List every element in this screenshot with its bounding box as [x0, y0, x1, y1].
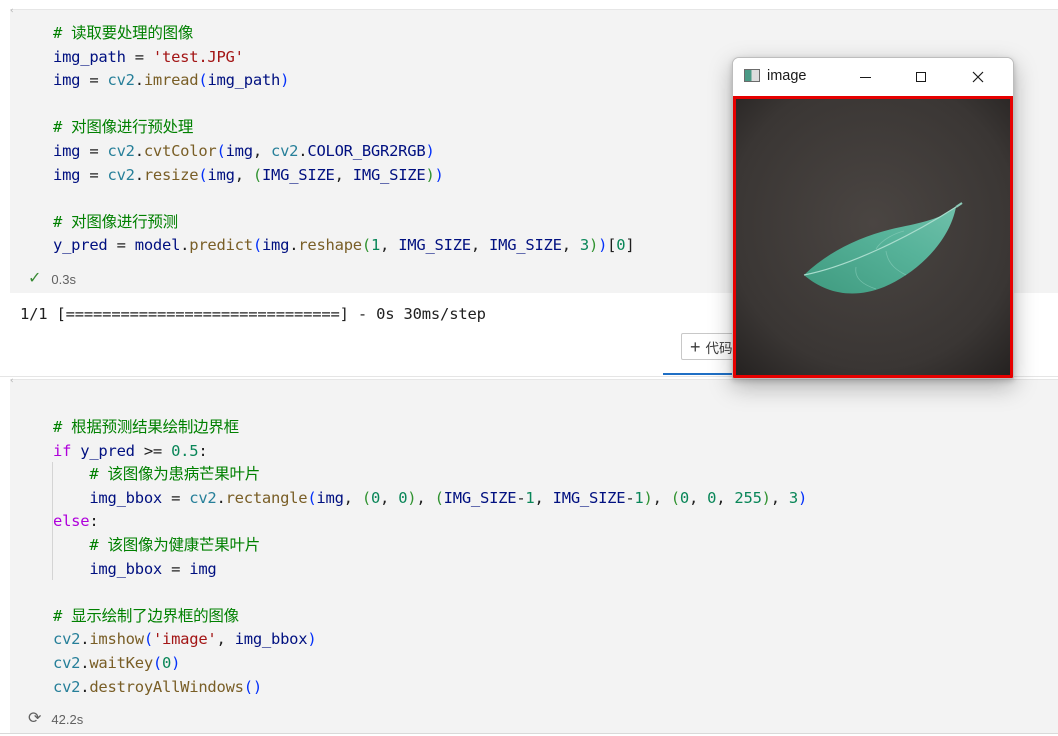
code-line: img = cv2.resize(img, (IMG_SIZE, IMG_SIZ…	[53, 165, 444, 184]
code-line: cv2.imshow('image', img_bbox)	[53, 630, 317, 649]
code-comment: # 读取要处理的图像	[53, 24, 194, 42]
cell-status: ⟳ 42.2s	[28, 709, 83, 729]
divider	[0, 733, 1058, 734]
code-comment: # 对图像进行预测	[53, 212, 178, 231]
code-line: y_pred = model.predict(img.reshape(1, IM…	[53, 236, 635, 255]
maximize-icon	[916, 72, 926, 82]
cell-collapse-icon[interactable]: ‹	[10, 6, 18, 16]
window-app-icon	[744, 69, 760, 82]
minimize-button[interactable]	[842, 58, 888, 96]
cell-collapse-icon[interactable]: ‹	[10, 376, 18, 386]
sync-icon: ⟳	[28, 710, 42, 727]
cell-output: 1/1 [==============================] - 0…	[20, 305, 486, 323]
code-comment: # 根据预测结果绘制边界框	[53, 418, 239, 436]
code-line: cv2.destroyAllWindows()	[53, 677, 262, 696]
focus-indicator	[663, 373, 743, 375]
leaf-image	[736, 99, 1010, 375]
code-line: cv2.waitKey(0)	[53, 653, 181, 672]
code-line: # 该图像为健康芒果叶片	[53, 534, 807, 558]
code-line: if y_pred >= 0.5:	[53, 441, 208, 460]
string-literal: 'test.JPG'	[152, 47, 244, 66]
image-display	[733, 96, 1013, 378]
window-title: image	[767, 68, 807, 84]
code-cell-2[interactable]: ‹ # 根据预测结果绘制边界框 if y_pred >= 0.5: # 该图像为…	[10, 376, 1058, 733]
code-line: # 该图像为患病芒果叶片	[53, 463, 807, 487]
code-line: img = cv2.imread(img_path)	[53, 71, 290, 90]
code-line: else:	[53, 512, 99, 531]
minimize-icon	[859, 76, 871, 78]
code-line: img_bbox = img	[89, 559, 217, 578]
code-comment: # 该图像为患病芒果叶片	[89, 465, 260, 484]
maximize-button[interactable]	[898, 58, 944, 96]
code-comment: # 对图像进行预处理	[53, 118, 194, 137]
close-button[interactable]	[955, 58, 1001, 96]
string-literal: 'image'	[152, 630, 217, 649]
code-line: img = cv2.cvtColor(img, cv2.COLOR_BGR2RG…	[53, 141, 435, 160]
code-editor-1[interactable]: # 读取要处理的图像 img_path = 'test.JPG' img = c…	[53, 22, 635, 258]
check-icon: ✓	[28, 270, 42, 287]
code-line: img_path = 'test.JPG'	[53, 47, 244, 66]
execution-time: 42.2s	[51, 711, 84, 727]
plus-icon: +	[690, 336, 701, 357]
execution-time: 0.3s	[51, 271, 76, 287]
code-line: img_bbox = cv2.rectangle(img, (0, 0), (I…	[89, 488, 808, 507]
code-comment: # 该图像为健康芒果叶片	[89, 535, 260, 554]
code-editor-2[interactable]: # 根据预测结果绘制边界框 if y_pred >= 0.5: # 该图像为患病…	[53, 416, 807, 699]
image-window[interactable]: image	[732, 57, 1014, 379]
code-comment: # 显示绘制了边界框的图像	[53, 606, 239, 625]
add-code-label: 代码	[705, 340, 733, 356]
cell-status: ✓ 0.3s	[28, 269, 76, 289]
window-titlebar[interactable]: image	[733, 58, 1013, 96]
close-icon	[972, 71, 984, 83]
